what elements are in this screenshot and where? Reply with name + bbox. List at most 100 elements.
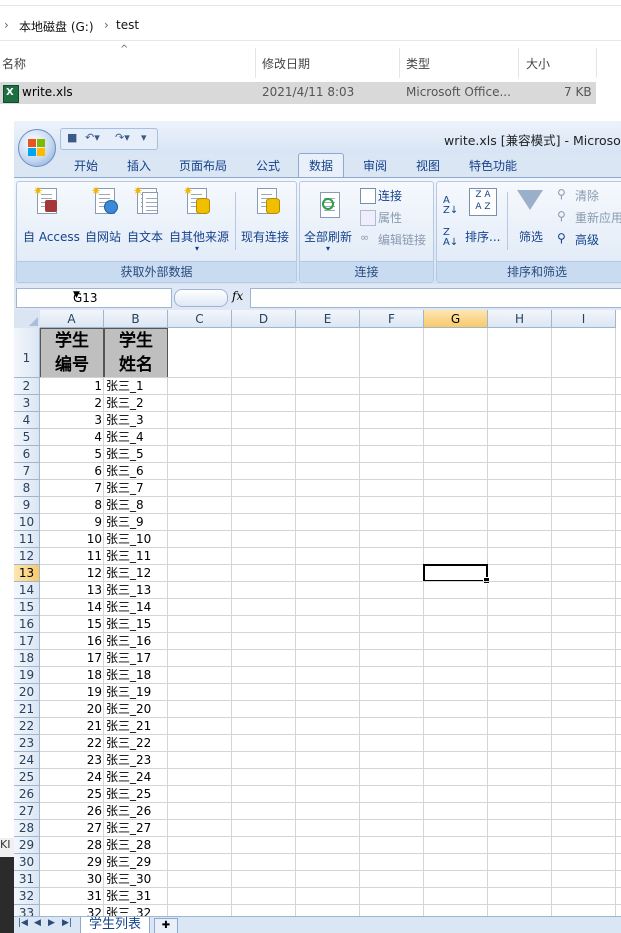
row-header-17[interactable]: 17: [14, 633, 40, 650]
name-box[interactable]: G13 ▼: [16, 288, 172, 308]
formula-bar-expander[interactable]: [174, 289, 228, 307]
row-header-16[interactable]: 16: [14, 616, 40, 633]
save-icon[interactable]: ■: [67, 131, 77, 144]
row-header-2[interactable]: 2: [14, 378, 40, 395]
column-header-i[interactable]: I: [552, 310, 616, 328]
tab-insert[interactable]: 插入: [127, 157, 151, 174]
cell-student-id[interactable]: 21: [40, 718, 104, 735]
row-header-14[interactable]: 14: [14, 582, 40, 599]
cell-student-name[interactable]: 张三_21: [106, 718, 168, 735]
row-header-26[interactable]: 26: [14, 786, 40, 803]
first-sheet-icon[interactable]: |◀: [18, 918, 28, 928]
row-header-11[interactable]: 11: [14, 531, 40, 548]
row-header-6[interactable]: 6: [14, 446, 40, 463]
cell-student-id[interactable]: 31: [40, 888, 104, 905]
tab-data[interactable]: 数据: [298, 153, 345, 178]
cell-student-id[interactable]: 20: [40, 701, 104, 718]
cell-student-id[interactable]: 9: [40, 514, 104, 531]
row-header-12[interactable]: 12: [14, 548, 40, 565]
cell-student-name[interactable]: 张三_12: [106, 565, 168, 582]
row-header-31[interactable]: 31: [14, 871, 40, 888]
column-modified[interactable]: 修改日期: [262, 55, 310, 72]
cell-student-id[interactable]: 16: [40, 633, 104, 650]
cell-student-name[interactable]: 张三_14: [106, 599, 168, 616]
cell-student-id[interactable]: 17: [40, 650, 104, 667]
cell-student-id[interactable]: 12: [40, 565, 104, 582]
cell-student-name[interactable]: 张三_22: [106, 735, 168, 752]
redo-icon[interactable]: ↷▾: [115, 131, 130, 144]
cell-student-name[interactable]: 张三_27: [106, 820, 168, 837]
row-header-18[interactable]: 18: [14, 650, 40, 667]
cell-student-id[interactable]: 10: [40, 531, 104, 548]
row-header-8[interactable]: 8: [14, 480, 40, 497]
column-header-b[interactable]: B: [104, 310, 168, 328]
column-header-h[interactable]: H: [488, 310, 552, 328]
cell-student-id[interactable]: 8: [40, 497, 104, 514]
cell-student-name[interactable]: 张三_15: [106, 616, 168, 633]
column-header-g[interactable]: G: [424, 310, 488, 328]
cell-student-id[interactable]: 7: [40, 480, 104, 497]
cell-student-id[interactable]: 25: [40, 786, 104, 803]
cell-student-id[interactable]: 28: [40, 837, 104, 854]
row-header-29[interactable]: 29: [14, 837, 40, 854]
header-cell-student-id[interactable]: 学生 编号: [40, 328, 104, 378]
worksheet-grid[interactable]: A B C D E F G H I 1 学生 编号 学生 姓名 2 1 张三_1 3 2 张三_2 4 3 张三_3 5 4…: [14, 310, 621, 922]
row-header-23[interactable]: 23: [14, 735, 40, 752]
row-header-22[interactable]: 22: [14, 718, 40, 735]
select-all-button[interactable]: [14, 310, 41, 329]
cell-student-id[interactable]: 4: [40, 429, 104, 446]
from-other-sources-button[interactable]: ✷ 自其他来源 ▾: [169, 184, 231, 264]
row-header-15[interactable]: 15: [14, 599, 40, 616]
cell-student-id[interactable]: 24: [40, 769, 104, 786]
row-header-5[interactable]: 5: [14, 429, 40, 446]
row-header-21[interactable]: 21: [14, 701, 40, 718]
cell-student-name[interactable]: 张三_13: [106, 582, 168, 599]
row-header-20[interactable]: 20: [14, 684, 40, 701]
cell-student-name[interactable]: 张三_3: [106, 412, 168, 429]
cell-student-name[interactable]: 张三_28: [106, 837, 168, 854]
cell-student-name[interactable]: 张三_5: [106, 446, 168, 463]
active-cell[interactable]: [423, 564, 490, 584]
cell-student-name[interactable]: 张三_26: [106, 803, 168, 820]
cell-student-id[interactable]: 15: [40, 616, 104, 633]
cell-student-id[interactable]: 18: [40, 667, 104, 684]
row-header-19[interactable]: 19: [14, 667, 40, 684]
breadcrumb-drive[interactable]: 本地磁盘 (G:): [19, 18, 94, 35]
cell-student-name[interactable]: 张三_9: [106, 514, 168, 531]
sort-ascending-button[interactable]: A Z↓: [443, 196, 458, 216]
cell-student-id[interactable]: 3: [40, 412, 104, 429]
header-cell-student-name[interactable]: 学生 姓名: [104, 328, 168, 378]
refresh-all-button[interactable]: 全部刷新 ▾: [304, 186, 356, 264]
file-row[interactable]: write.xls 2021/4/11 8:03 Microsoft Offic…: [0, 82, 596, 104]
cell-student-name[interactable]: 张三_20: [106, 701, 168, 718]
cell-student-id[interactable]: 30: [40, 871, 104, 888]
cell-student-name[interactable]: 张三_7: [106, 480, 168, 497]
from-web-button[interactable]: ✷ 自网站: [85, 184, 125, 258]
column-header-c[interactable]: C: [168, 310, 232, 328]
cell-student-id[interactable]: 19: [40, 684, 104, 701]
cell-student-name[interactable]: 张三_18: [106, 667, 168, 684]
row-header-25[interactable]: 25: [14, 769, 40, 786]
column-type[interactable]: 类型: [406, 55, 430, 72]
existing-connections-button[interactable]: 现有连接: [241, 186, 291, 258]
cell-student-id[interactable]: 1: [40, 378, 104, 395]
row-header-3[interactable]: 3: [14, 395, 40, 412]
row-header-30[interactable]: 30: [14, 854, 40, 871]
cell-student-id[interactable]: 11: [40, 548, 104, 565]
tab-page-layout[interactable]: 页面布局: [179, 157, 227, 174]
cell-student-id[interactable]: 5: [40, 446, 104, 463]
customize-icon[interactable]: ▾: [141, 131, 147, 144]
cell-student-name[interactable]: 张三_30: [106, 871, 168, 888]
row-header-13[interactable]: 13: [14, 565, 40, 582]
cell-student-name[interactable]: 张三_25: [106, 786, 168, 803]
office-button[interactable]: [18, 129, 56, 167]
cell-student-name[interactable]: 张三_17: [106, 650, 168, 667]
formula-input[interactable]: [250, 288, 621, 308]
cell-student-id[interactable]: 14: [40, 599, 104, 616]
column-name[interactable]: 名称: [2, 55, 26, 72]
row-header-9[interactable]: 9: [14, 497, 40, 514]
column-size[interactable]: 大小: [526, 55, 550, 72]
cell-student-id[interactable]: 6: [40, 463, 104, 480]
sort-descending-button[interactable]: Z A↓: [443, 228, 458, 248]
column-header-d[interactable]: D: [232, 310, 296, 328]
